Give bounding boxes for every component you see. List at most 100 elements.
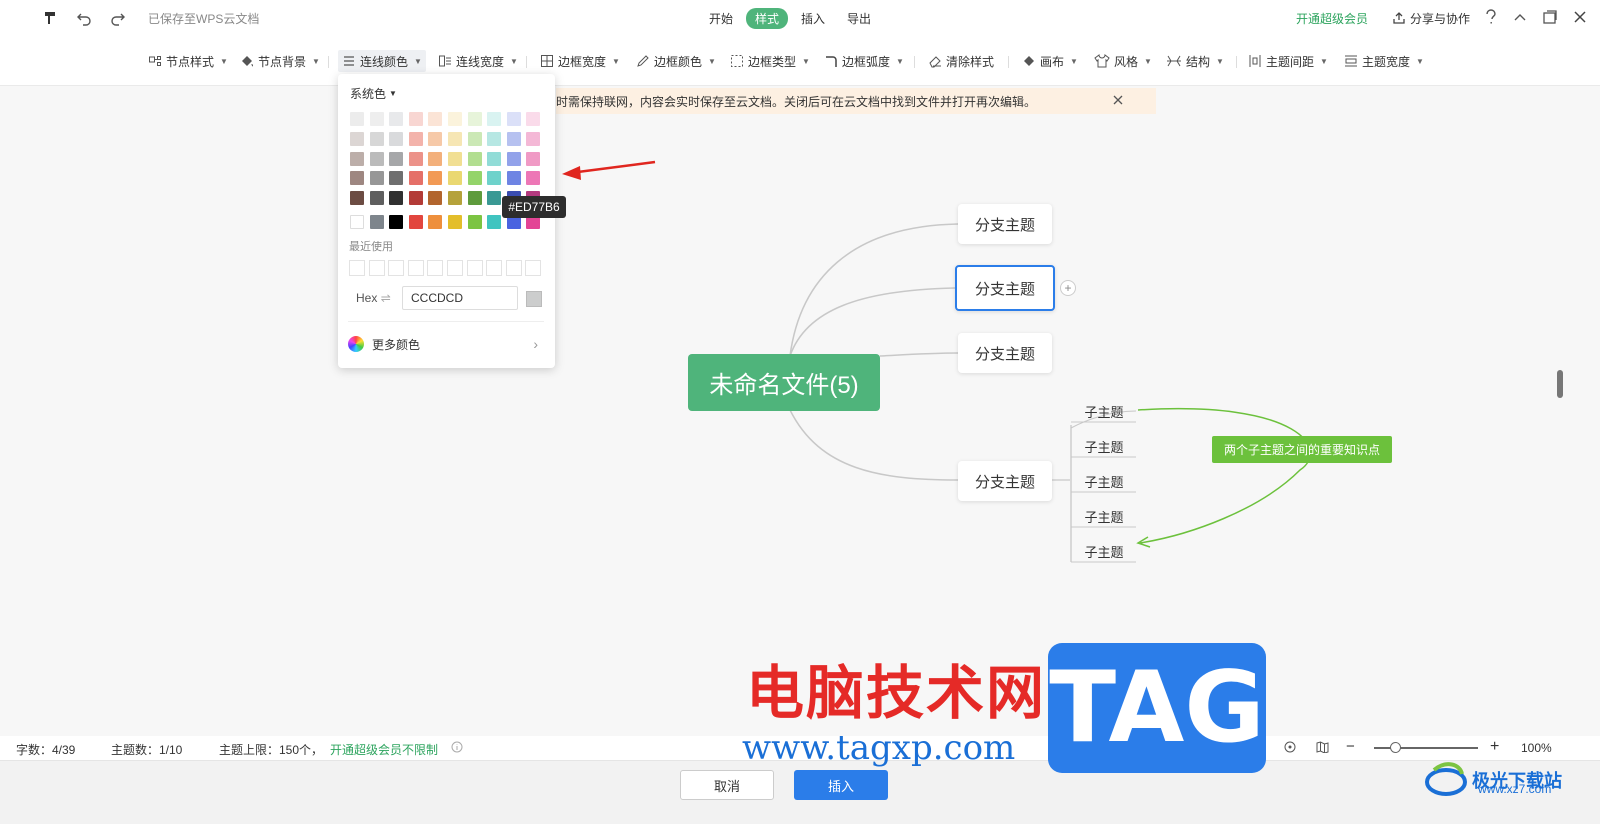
color-swatch[interactable] [487, 191, 502, 205]
theme-style-button[interactable]: 风格 ▼ [1090, 50, 1156, 72]
color-swatch[interactable] [428, 215, 443, 229]
structure-button[interactable]: 结构 ▼ [1162, 50, 1228, 72]
color-swatch[interactable] [487, 152, 502, 166]
color-swatch[interactable] [350, 171, 364, 185]
recent-color-slot[interactable] [388, 260, 405, 276]
subtopic-1[interactable]: 子主题 [1072, 402, 1136, 422]
color-swatch[interactable] [408, 132, 423, 146]
branch-topic-2[interactable]: 分支主题 [955, 265, 1055, 311]
window-icon[interactable] [1542, 9, 1558, 28]
color-swatch[interactable] [467, 112, 482, 126]
color-swatch[interactable] [408, 152, 423, 166]
tab-insert[interactable]: 插入 [792, 8, 834, 29]
palette-selector[interactable]: 系统色 ▼ [350, 85, 397, 102]
tab-style[interactable]: 样式 [746, 7, 789, 29]
color-swatch[interactable] [389, 215, 404, 229]
color-swatch[interactable] [506, 171, 521, 185]
undo-icon[interactable] [74, 8, 94, 28]
color-swatch[interactable] [369, 171, 384, 185]
tab-export[interactable]: 导出 [838, 8, 880, 29]
color-swatch[interactable] [389, 171, 404, 185]
line-width-button[interactable]: 连线宽度 ▼ [434, 50, 522, 72]
color-swatch[interactable] [467, 152, 482, 166]
color-swatch[interactable] [369, 152, 384, 166]
color-swatch[interactable] [369, 191, 384, 205]
color-swatch[interactable] [350, 132, 364, 146]
color-swatch[interactable] [526, 171, 541, 185]
color-swatch[interactable] [487, 112, 502, 126]
subtopic-4[interactable]: 子主题 [1072, 507, 1136, 527]
color-swatch[interactable] [448, 112, 462, 126]
recent-color-slot[interactable] [349, 260, 365, 276]
border-type-button[interactable]: 边框类型 ▼ [726, 50, 814, 72]
color-swatch[interactable] [526, 132, 541, 146]
root-topic[interactable]: 未命名文件(5) [688, 354, 880, 411]
color-swatch[interactable] [448, 132, 462, 146]
branch-topic-4[interactable]: 分支主题 [958, 461, 1052, 501]
color-swatch[interactable] [467, 171, 482, 185]
color-swatch[interactable] [350, 191, 364, 205]
color-swatch[interactable] [389, 132, 404, 146]
recent-color-slot[interactable] [447, 260, 463, 276]
canvas-button[interactable]: 画布 ▼ [1018, 50, 1082, 72]
color-swatch[interactable] [506, 152, 521, 166]
map-icon[interactable] [1316, 741, 1329, 756]
color-swatch[interactable] [467, 215, 482, 229]
color-swatch[interactable] [428, 112, 443, 126]
color-swatch[interactable] [428, 191, 443, 205]
add-topic-button[interactable]: + [1060, 280, 1076, 296]
format-painter-icon[interactable] [40, 8, 60, 28]
relation-label[interactable]: 两个子主题之间的重要知识点 [1212, 436, 1392, 463]
vip-link[interactable]: 开通超级会员 [1296, 10, 1368, 27]
line-color-button[interactable]: 连线颜色 ▼ [338, 50, 426, 72]
recent-color-slot[interactable] [368, 260, 385, 276]
subtopic-2[interactable]: 子主题 [1072, 437, 1136, 457]
vip-unlimited-link[interactable]: 开通超级会员不限制 [330, 741, 438, 758]
subtopic-3[interactable]: 子主题 [1072, 472, 1136, 492]
color-swatch[interactable] [448, 191, 462, 205]
insert-button[interactable]: 插入 [794, 770, 888, 800]
color-swatch[interactable] [408, 112, 423, 126]
help-icon[interactable] [1484, 8, 1498, 28]
more-colors-button[interactable]: 更多颜色 › [348, 334, 544, 354]
hex-input[interactable]: CCCDCD [402, 286, 518, 310]
color-swatch[interactable] [448, 215, 462, 229]
share-button[interactable]: 分享与协作 [1392, 10, 1470, 27]
color-swatch[interactable] [350, 112, 364, 126]
color-swatch[interactable] [526, 112, 541, 126]
color-swatch[interactable] [369, 112, 384, 126]
color-swatch[interactable] [467, 132, 482, 146]
color-swatch[interactable] [389, 112, 404, 126]
color-swatch[interactable] [506, 112, 521, 126]
recent-color-slot[interactable] [407, 260, 424, 276]
color-swatch[interactable] [506, 132, 521, 146]
topic-spacing-button[interactable]: 主题间距 ▼ [1244, 50, 1332, 72]
mindmap-canvas[interactable] [0, 86, 1560, 736]
zoom-out-icon[interactable]: − [1346, 738, 1355, 755]
locate-icon[interactable] [1284, 741, 1296, 756]
branch-topic-3[interactable]: 分支主题 [958, 333, 1052, 373]
color-swatch[interactable] [448, 171, 462, 185]
color-swatch[interactable] [428, 132, 443, 146]
color-swatch[interactable] [369, 215, 384, 229]
collapse-icon[interactable] [1512, 9, 1528, 28]
color-swatch[interactable] [408, 191, 423, 205]
color-swatch[interactable] [408, 171, 423, 185]
color-swatch[interactable] [428, 171, 443, 185]
redo-icon[interactable] [108, 8, 128, 28]
recent-color-slot[interactable] [427, 260, 444, 276]
cancel-button[interactable]: 取消 [680, 770, 774, 800]
color-swatch[interactable] [350, 215, 364, 229]
border-radius-button[interactable]: 边框弧度 ▼ [820, 50, 908, 72]
color-swatch[interactable] [428, 152, 443, 166]
node-style-button[interactable]: 节点样式 ▼ [144, 50, 232, 72]
color-swatch[interactable] [389, 152, 404, 166]
subtopic-5[interactable]: 子主题 [1072, 542, 1136, 562]
recent-color-slot[interactable] [466, 260, 483, 276]
zoom-slider-knob[interactable] [1389, 742, 1401, 753]
recent-color-slot[interactable] [505, 260, 522, 276]
color-swatch[interactable] [389, 191, 404, 205]
color-swatch[interactable] [526, 152, 541, 166]
close-icon[interactable] [1572, 9, 1588, 28]
notice-close-icon[interactable] [1112, 93, 1124, 109]
